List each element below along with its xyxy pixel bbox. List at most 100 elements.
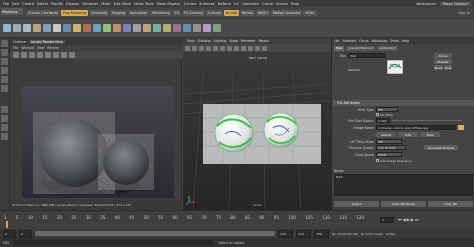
preview-quality-dropdown[interactable]: Low Quality <box>376 145 406 150</box>
plane-icon[interactable] <box>53 24 61 32</box>
command-input[interactable] <box>12 239 213 246</box>
wireframe-icon[interactable] <box>213 45 218 51</box>
menu-surfaces[interactable]: Surfaces <box>199 2 215 6</box>
lasso-tool-icon[interactable] <box>1 49 8 56</box>
image-plane-icon[interactable] <box>199 45 204 51</box>
shelf-tab-rendering[interactable]: Rendering <box>150 9 172 16</box>
menu-display[interactable]: Display <box>66 2 79 6</box>
menu-cache[interactable]: Cache <box>262 2 273 6</box>
ae-menu-focus[interactable]: Focus <box>359 39 368 43</box>
extrude-icon[interactable] <box>103 24 111 32</box>
cone-icon[interactable] <box>33 24 41 32</box>
view-button[interactable]: View <box>420 132 440 137</box>
fps-dropdown[interactable]: 24 fps <box>386 232 395 236</box>
shelf-tab-fx[interactable]: FX <box>172 9 181 16</box>
pre-filter-checkbox[interactable] <box>376 113 379 116</box>
pre-filter-radius-field[interactable]: 2.000 <box>376 118 390 123</box>
current-frame-field[interactable]: 1 <box>380 217 394 223</box>
grid-icon[interactable] <box>206 45 211 51</box>
reduce-icon[interactable] <box>213 24 221 32</box>
node-tab-place2d[interactable]: place2dTexture1 <box>346 45 376 51</box>
camera-icon[interactable] <box>37 52 43 58</box>
menu-create[interactable]: Create <box>22 2 34 6</box>
shelf-tab-rigging[interactable]: Rigging <box>110 9 127 16</box>
menu-edit-mesh[interactable]: Edit Mesh <box>114 2 132 6</box>
range-inner-end-field[interactable]: 120 <box>278 229 293 238</box>
paint-select-icon[interactable] <box>1 58 8 65</box>
notes-field[interactable]: file1 <box>334 174 473 196</box>
textured-icon[interactable] <box>227 45 232 51</box>
shadows-icon[interactable] <box>241 45 246 51</box>
shelf-tab-sculpting[interactable]: Sculpting <box>89 9 110 16</box>
uv-editor-icon[interactable] <box>183 24 191 32</box>
script-language-label[interactable]: MEL <box>3 241 10 245</box>
folder-icon[interactable] <box>458 125 464 130</box>
snapshot-icon[interactable] <box>45 52 51 58</box>
menu-deform[interactable]: Deform <box>218 2 231 6</box>
bridge-icon[interactable] <box>113 24 121 32</box>
shelf-tab-arnold[interactable]: Arnold <box>223 9 239 16</box>
current-time-indicator[interactable] <box>6 221 8 228</box>
scale-tool-icon[interactable] <box>1 85 8 92</box>
node-tab-aistandard[interactable]: aiStandard <box>377 45 398 51</box>
vp-menu-view[interactable]: View <box>187 39 195 43</box>
file-attributes-section[interactable]: File Attributes <box>333 100 474 106</box>
shelf-tab-custom[interactable]: Custom <box>205 9 223 16</box>
menu-modify[interactable]: Modify <box>51 2 63 6</box>
presets-button[interactable]: Presets <box>434 59 452 64</box>
shelf-tab-fx-caching[interactable]: FX Caching <box>181 9 205 16</box>
tab-arnold-renderview[interactable]: Arnold RenderView <box>28 39 65 44</box>
vp-menu-panels[interactable]: Panels <box>259 39 269 43</box>
sign-in-button[interactable]: Sign In <box>458 11 470 15</box>
target-weld-icon[interactable] <box>163 24 171 32</box>
multi-cut-icon[interactable] <box>153 24 161 32</box>
node-name-field[interactable]: file1 <box>348 53 386 58</box>
four-layout-icon[interactable] <box>1 115 8 122</box>
time-slider[interactable]: 1 5 10 15 20 25 30 35 40 45 50 55 60 65 … <box>0 210 474 229</box>
range-inner-start-field[interactable]: 1 <box>19 229 32 238</box>
uv-tiling-dropdown[interactable]: Off <box>376 139 402 144</box>
single-layout-icon[interactable] <box>1 106 8 113</box>
ae-menu-attributes[interactable]: Attributes <box>372 39 388 43</box>
anim-layer-dropdown[interactable]: No Anim Layer <box>361 232 383 236</box>
select-button[interactable]: Select <box>334 201 379 207</box>
vp-menu-shading[interactable]: Shading <box>198 39 211 43</box>
side-layout-icon[interactable] <box>1 124 8 131</box>
go-to-start-icon[interactable]: ⏮ <box>398 217 402 222</box>
shelf-tab-motion-graphics[interactable]: Motion Graphics <box>270 9 303 16</box>
render-play-icon[interactable] <box>13 52 19 58</box>
lights-icon[interactable] <box>234 45 239 51</box>
render-menu-render[interactable]: Render <box>48 46 59 50</box>
workspace-dropdown[interactable]: Maya Classic* <box>439 1 471 6</box>
filter-type-dropdown[interactable]: Off <box>376 107 398 112</box>
generate-preview-button[interactable]: Generate Preview <box>424 145 458 150</box>
resolution-gate-icon[interactable] <box>262 45 267 51</box>
color-space-dropdown[interactable]: sRGB <box>376 152 402 157</box>
bevel-icon[interactable] <box>123 24 131 32</box>
mirror-icon[interactable] <box>193 24 201 32</box>
shelf-tab-poly[interactable]: Poly Modeling <box>60 9 89 16</box>
camera-select-icon[interactable] <box>185 45 190 51</box>
torus-icon[interactable] <box>43 24 51 32</box>
stop-icon[interactable] <box>29 52 35 58</box>
xray-icon[interactable] <box>255 45 260 51</box>
vp-menu-lighting[interactable]: Lighting <box>214 39 227 43</box>
step-forward-icon[interactable]: ▶ <box>411 217 414 222</box>
quad-draw-icon[interactable] <box>173 24 181 32</box>
smooth-shade-icon[interactable] <box>220 45 225 51</box>
image-name-field[interactable]: C:/Users/...tennis_ball_diffuse.jpg <box>376 125 456 130</box>
outliner-layout-icon[interactable] <box>1 133 8 140</box>
isolate-icon[interactable] <box>248 45 253 51</box>
boolean-icon[interactable] <box>203 24 211 32</box>
smooth-icon[interactable] <box>93 24 101 32</box>
cylinder-icon[interactable] <box>23 24 31 32</box>
bookmark-icon[interactable] <box>192 45 197 51</box>
ae-menu-show[interactable]: Show <box>390 39 399 43</box>
vp-menu-renderer[interactable]: Renderer <box>241 39 256 43</box>
alt-end-field[interactable]: 200 <box>314 229 329 238</box>
sphere-icon[interactable] <box>3 24 11 32</box>
menu-mesh[interactable]: Mesh <box>101 2 110 6</box>
menu-windows[interactable]: Windows <box>82 2 98 6</box>
merge-icon[interactable] <box>133 24 141 32</box>
shelf-tab-animation[interactable]: Animation <box>127 9 150 16</box>
